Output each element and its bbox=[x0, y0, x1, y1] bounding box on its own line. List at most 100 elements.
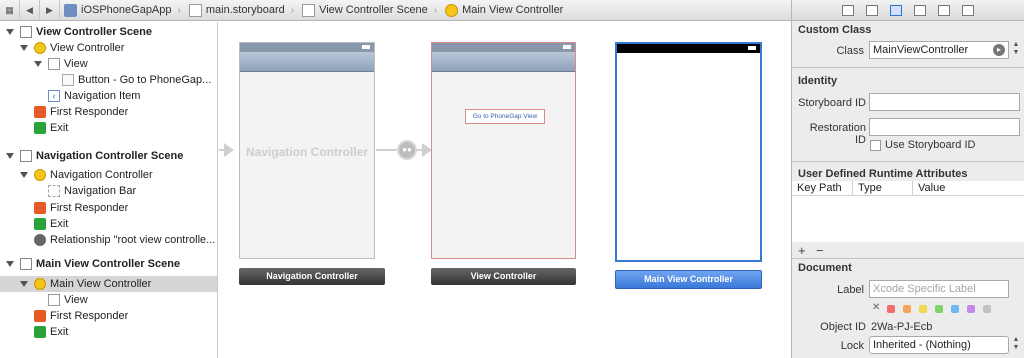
disclosure-triangle-icon[interactable] bbox=[6, 261, 14, 267]
outline-item-navigation-controller[interactable]: Navigation Controller bbox=[0, 167, 217, 183]
outline-item-relationship[interactable]: Relationship "root view controlle... bbox=[0, 232, 217, 248]
color-swatch-red[interactable] bbox=[887, 305, 895, 313]
relationship-segue-icon[interactable]: ●● bbox=[397, 140, 417, 160]
disclosure-triangle-icon[interactable] bbox=[6, 29, 14, 35]
outline-label: View Controller bbox=[50, 42, 125, 54]
breadcrumb-controller[interactable]: Main View Controller bbox=[441, 3, 563, 17]
use-storyboard-id-checkbox[interactable] bbox=[870, 140, 881, 151]
lock-dropdown-icon[interactable]: ▲ ▼ bbox=[1010, 336, 1022, 354]
outline-item-view[interactable]: View bbox=[0, 292, 217, 308]
scene-label-view-controller[interactable]: View Controller bbox=[431, 268, 576, 285]
xcode-label-field[interactable]: Xcode Specific Label bbox=[869, 280, 1009, 298]
breadcrumb-project[interactable]: iOSPhoneGapApp bbox=[60, 3, 172, 17]
outline-label: View bbox=[64, 58, 88, 70]
outline-scene-main-view-controller[interactable]: Main View Controller Scene bbox=[0, 256, 217, 272]
color-swatch-yellow[interactable] bbox=[919, 305, 927, 313]
color-swatch-orange[interactable] bbox=[903, 305, 911, 313]
outline-scene-view-controller[interactable]: View Controller Scene bbox=[0, 24, 217, 40]
breadcrumb-file[interactable]: main.storyboard bbox=[185, 3, 285, 17]
navigation-bar-icon bbox=[48, 185, 60, 197]
scene-label-main-view-controller[interactable]: Main View Controller bbox=[615, 270, 762, 289]
forward-button[interactable]: ▶ bbox=[40, 0, 60, 21]
no-color-icon[interactable]: ✕ bbox=[872, 302, 880, 313]
scene-label-navigation-controller[interactable]: Navigation Controller bbox=[239, 268, 385, 285]
outline-item-exit[interactable]: Exit bbox=[0, 324, 217, 340]
breadcrumb-separator-icon: › bbox=[433, 4, 438, 16]
class-dropdown-icon[interactable]: ▲ ▼ bbox=[1010, 41, 1022, 59]
outline-item-first-responder[interactable]: First Responder bbox=[0, 200, 217, 216]
use-storyboard-id-label: Use Storyboard ID bbox=[885, 139, 976, 151]
breadcrumb-scene[interactable]: View Controller Scene bbox=[298, 3, 428, 17]
identity-inspector: Custom Class Class MainViewController ▸ … bbox=[791, 0, 1024, 358]
outline-item-navigation-item[interactable]: ‹ Navigation Item bbox=[0, 88, 217, 104]
outline-label: Main View Controller Scene bbox=[36, 258, 181, 270]
disclosure-triangle-icon[interactable] bbox=[20, 281, 28, 287]
color-swatch-purple[interactable] bbox=[967, 305, 975, 313]
attributes-inspector-icon[interactable] bbox=[914, 4, 926, 16]
related-items-icon[interactable]: ▦ bbox=[0, 0, 20, 21]
add-attribute-button[interactable]: + bbox=[798, 243, 806, 258]
file-inspector-icon[interactable] bbox=[842, 4, 854, 16]
size-inspector-icon[interactable] bbox=[938, 4, 950, 16]
divider bbox=[792, 161, 1024, 162]
outline-item-navigation-bar[interactable]: Navigation Bar bbox=[0, 183, 217, 199]
main-view-controller-scene[interactable] bbox=[615, 42, 762, 262]
scene-icon bbox=[20, 26, 32, 38]
storyboard-id-field[interactable] bbox=[869, 93, 1020, 111]
navigation-controller-scene[interactable]: Navigation Controller bbox=[239, 42, 375, 259]
disclosure-triangle-icon[interactable] bbox=[20, 45, 28, 51]
runtime-attributes-table[interactable] bbox=[792, 196, 1024, 242]
outline-item-button[interactable]: Button - Go to PhoneGap... bbox=[0, 72, 217, 88]
go-to-phonegap-button[interactable]: Go to PhoneGap View bbox=[465, 109, 545, 124]
color-swatch-green[interactable] bbox=[935, 305, 943, 313]
restoration-id-field[interactable] bbox=[869, 118, 1020, 136]
outline-label: First Responder bbox=[50, 106, 129, 118]
storyboard-file-icon bbox=[188, 3, 202, 17]
exit-icon bbox=[34, 326, 46, 338]
identity-inspector-icon[interactable] bbox=[890, 4, 902, 16]
outline-label: Button - Go to PhoneGap... bbox=[78, 74, 212, 86]
class-field[interactable]: MainViewController ▸ bbox=[869, 41, 1009, 59]
column-key-path[interactable]: Key Path bbox=[792, 181, 853, 195]
disclosure-triangle-icon[interactable] bbox=[20, 172, 28, 178]
outline-item-first-responder[interactable]: First Responder bbox=[0, 104, 217, 120]
connections-inspector-icon[interactable] bbox=[962, 4, 974, 16]
column-value[interactable]: Value bbox=[913, 181, 1024, 195]
color-swatch-blue[interactable] bbox=[951, 305, 959, 313]
outline-label: Main View Controller bbox=[50, 278, 152, 290]
view-controller-icon bbox=[34, 278, 46, 290]
outline-label: View bbox=[64, 294, 88, 306]
outline-item-view[interactable]: View bbox=[0, 56, 217, 72]
disclosure-triangle-icon[interactable] bbox=[34, 61, 42, 67]
navigation-bar bbox=[240, 52, 374, 72]
inspector-tabs bbox=[792, 0, 1024, 21]
breadcrumb-separator-icon: › bbox=[290, 4, 295, 16]
outline-label: Navigation Bar bbox=[64, 185, 137, 197]
view-icon bbox=[48, 294, 60, 306]
color-swatch-gray[interactable] bbox=[983, 305, 991, 313]
outline-label: Navigation Controller bbox=[50, 169, 153, 181]
first-responder-icon bbox=[34, 106, 46, 118]
view-controller-scene[interactable]: Go to PhoneGap View bbox=[431, 42, 576, 259]
divider bbox=[792, 67, 1024, 68]
custom-class-title: Custom Class bbox=[798, 24, 872, 36]
battery-icon bbox=[563, 45, 571, 49]
go-to-class-icon[interactable]: ▸ bbox=[993, 44, 1005, 56]
outline-item-view-controller[interactable]: View Controller bbox=[0, 40, 217, 56]
remove-attribute-button[interactable]: − bbox=[816, 243, 824, 258]
lock-popup[interactable]: Inherited - (Nothing) bbox=[869, 336, 1009, 354]
quick-help-icon[interactable] bbox=[866, 4, 878, 16]
column-type[interactable]: Type bbox=[853, 181, 913, 195]
outline-item-first-responder[interactable]: First Responder bbox=[0, 308, 217, 324]
disclosure-triangle-icon[interactable] bbox=[6, 153, 14, 159]
outline-item-exit[interactable]: Exit bbox=[0, 120, 217, 136]
storyboard-canvas[interactable]: Navigation Controller ●● Go to PhoneGap … bbox=[219, 22, 791, 358]
outline-item-main-view-controller[interactable]: Main View Controller bbox=[0, 276, 217, 292]
outline-scene-navigation-controller[interactable]: Navigation Controller Scene bbox=[0, 148, 217, 164]
battery-icon bbox=[362, 45, 370, 49]
navigation-controller-icon bbox=[34, 169, 46, 181]
object-id-label: Object ID bbox=[820, 321, 866, 333]
view-icon bbox=[48, 58, 60, 70]
outline-item-exit[interactable]: Exit bbox=[0, 216, 217, 232]
back-button[interactable]: ◀ bbox=[20, 0, 40, 21]
